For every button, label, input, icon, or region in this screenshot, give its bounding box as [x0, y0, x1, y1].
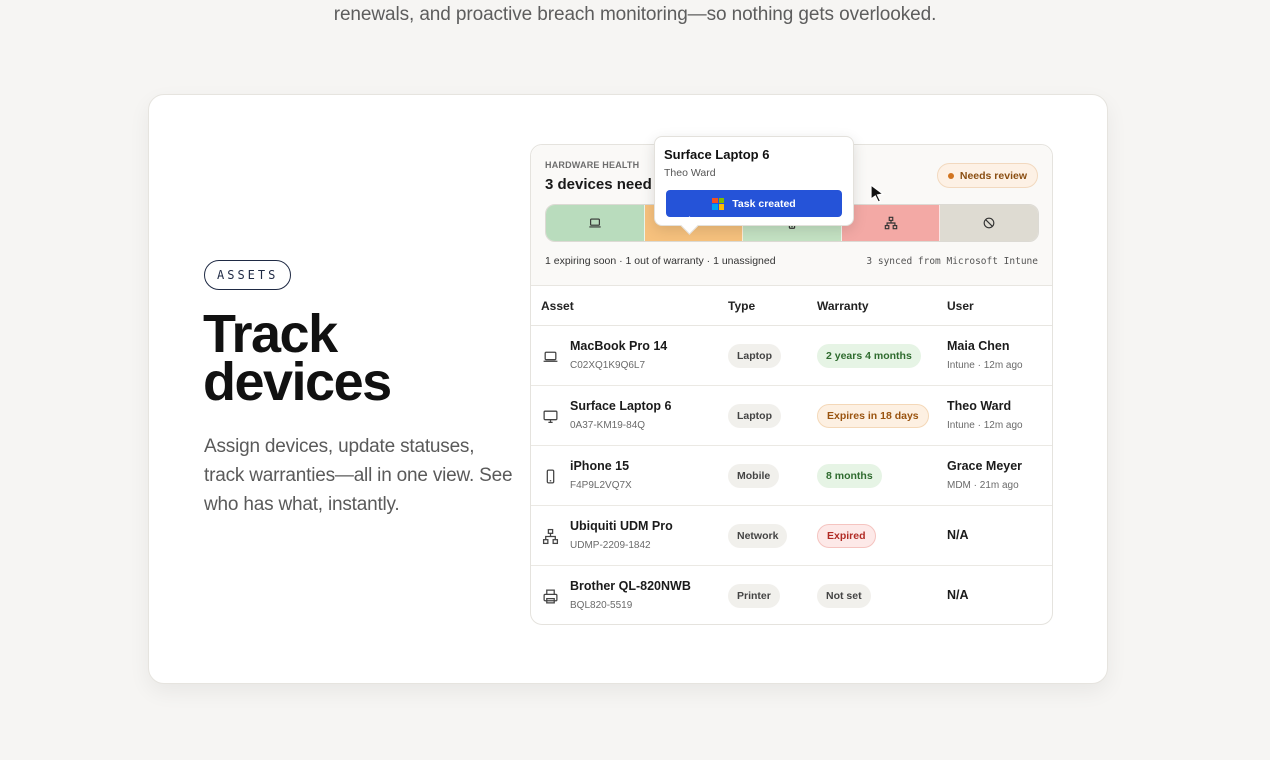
table-row[interactable]: iPhone 15 F4P9L2VQ7X Mobile 8 months Gra…: [531, 446, 1052, 506]
user-sync-meta: Intune · 12m ago: [947, 420, 1023, 431]
asset-name: iPhone 15: [570, 459, 630, 473]
user-name: Theo Ward: [947, 399, 1012, 413]
user-name: Maia Chen: [947, 339, 1010, 353]
task-created-label: Task created: [732, 197, 796, 210]
column-warranty[interactable]: Warranty: [817, 299, 869, 313]
hardware-health: HARDWARE HEALTH 3 devices need attention…: [531, 136, 1052, 286]
warranty-badge: Expires in 18 days: [817, 404, 929, 428]
type-badge: Laptop: [728, 404, 781, 428]
table-row[interactable]: MacBook Pro 14 C02XQ1K9Q6L7 Laptop 2 yea…: [531, 326, 1052, 386]
device-popover: Surface Laptop 6 Theo Ward Task created: [654, 136, 885, 226]
type-badge: Mobile: [728, 464, 780, 488]
column-type[interactable]: Type: [728, 299, 755, 313]
task-created-button[interactable]: Task created: [666, 190, 842, 217]
asset-serial: BQL820-5519: [570, 600, 633, 611]
section-lead: Assign devices, update statuses, track w…: [204, 436, 513, 515]
health-segment-unassigned[interactable]: [940, 205, 1038, 241]
column-asset[interactable]: Asset: [541, 299, 574, 313]
needs-review-label: Needs review: [959, 169, 1027, 182]
network-icon: [542, 528, 559, 545]
mouse-cursor-icon: [870, 184, 885, 203]
assets-panel: HARDWARE HEALTH 3 devices need attention…: [530, 136, 1053, 626]
table-header: Asset Type Warranty User: [531, 286, 1052, 326]
monitor-icon: [543, 410, 558, 423]
type-badge: Laptop: [728, 344, 781, 368]
section-headline: Track devices: [203, 304, 392, 412]
assets-card: ASSETS Track devices Assign devices, upd…: [148, 94, 1108, 684]
asset-name: MacBook Pro 14: [570, 339, 668, 353]
intro-text: renewals, and proactive breach monitorin…: [333, 4, 937, 25]
asset-serial: C02XQ1K9Q6L7: [570, 360, 646, 371]
table-row[interactable]: Ubiquiti UDM Pro UDMP-2209-1842 Network …: [531, 506, 1052, 566]
warranty-badge: 8 months: [817, 464, 882, 488]
section-pill: ASSETS: [204, 260, 292, 290]
blocked-icon: [983, 217, 995, 229]
popover-title: Surface Laptop 6: [664, 147, 770, 162]
network-icon: [884, 216, 897, 230]
phone-icon: [546, 469, 555, 484]
user-name: N/A: [947, 528, 969, 542]
user-name: N/A: [947, 588, 969, 602]
type-badge: Network: [728, 524, 788, 548]
needs-review-badge[interactable]: Needs review: [936, 163, 1038, 188]
asset-name: Brother QL-820NWB: [570, 579, 691, 593]
table-row[interactable]: Surface Laptop 6 0A37-KM19-84Q Laptop Ex…: [531, 386, 1052, 446]
warranty-badge: 2 years 4 months: [817, 344, 921, 368]
asset-serial: F4P9L2VQ7X: [570, 480, 632, 491]
laptop-icon: [543, 351, 558, 362]
sync-status: 3 synced from Microsoft Intune: [866, 256, 1038, 267]
warranty-badge: Not set: [817, 584, 871, 608]
asset-serial: 0A37-KM19-84Q: [570, 420, 646, 431]
printer-icon: [543, 589, 558, 604]
health-segment-network[interactable]: [841, 205, 941, 241]
headline-line-1: Track: [203, 304, 338, 364]
user-sync-meta: MDM · 21m ago: [947, 480, 1019, 491]
table-row[interactable]: Brother QL-820NWB BQL820-5519 Printer No…: [531, 566, 1052, 626]
warranty-badge: Expired: [817, 524, 876, 548]
type-badge: Printer: [728, 584, 780, 608]
column-user[interactable]: User: [947, 299, 974, 313]
asset-name: Surface Laptop 6: [570, 399, 672, 413]
popover-subtitle: Theo Ward: [664, 167, 716, 179]
laptop-icon: [589, 218, 601, 228]
hardware-health-label: HARDWARE HEALTH: [545, 160, 640, 170]
headline-line-2: devices: [203, 352, 392, 412]
user-sync-meta: Intune · 12m ago: [947, 360, 1023, 371]
health-summary: 1 expiring soon · 1 out of warranty · 1 …: [545, 255, 776, 267]
asset-name: Ubiquiti UDM Pro: [570, 519, 673, 533]
user-name: Grace Meyer: [947, 459, 1023, 473]
microsoft-logo-icon: [712, 197, 725, 210]
health-segment-laptop[interactable]: [546, 205, 645, 241]
asset-serial: UDMP-2209-1842: [570, 540, 651, 551]
status-dot-icon: [947, 172, 954, 179]
